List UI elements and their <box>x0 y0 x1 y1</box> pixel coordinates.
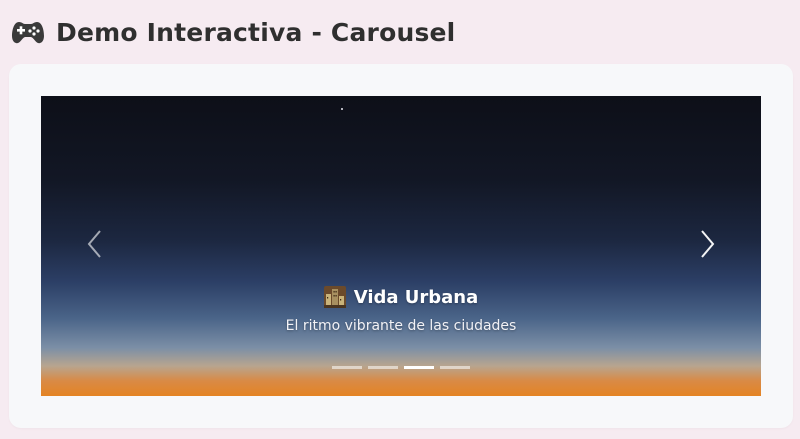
indicator-2[interactable] <box>368 366 398 369</box>
slide-caption: Vida Urbana El ritmo vibrante de las ciu… <box>41 284 761 334</box>
city-icon <box>323 286 346 308</box>
game-controller-icon <box>10 14 46 50</box>
carousel-indicators <box>41 366 761 369</box>
page-title: Demo Interactiva - Carousel <box>56 17 456 47</box>
chevron-right-icon <box>697 229 717 263</box>
next-slide-button[interactable] <box>687 226 727 266</box>
slide-title: Vida Urbana <box>353 286 479 308</box>
star <box>341 108 343 110</box>
carousel-card: Vida Urbana El ritmo vibrante de las ciu… <box>9 64 793 428</box>
indicator-4[interactable] <box>440 366 470 369</box>
prev-slide-button[interactable] <box>75 226 115 266</box>
chevron-left-icon <box>85 229 105 263</box>
slide-subtitle: El ritmo vibrante de las ciudades <box>285 318 517 334</box>
carousel[interactable]: Vida Urbana El ritmo vibrante de las ciu… <box>41 96 761 396</box>
indicator-1[interactable] <box>332 366 362 369</box>
indicator-3[interactable] <box>404 366 434 369</box>
page-header: Demo Interactiva - Carousel <box>10 14 455 50</box>
slide-title-row: Vida Urbana <box>41 284 761 310</box>
